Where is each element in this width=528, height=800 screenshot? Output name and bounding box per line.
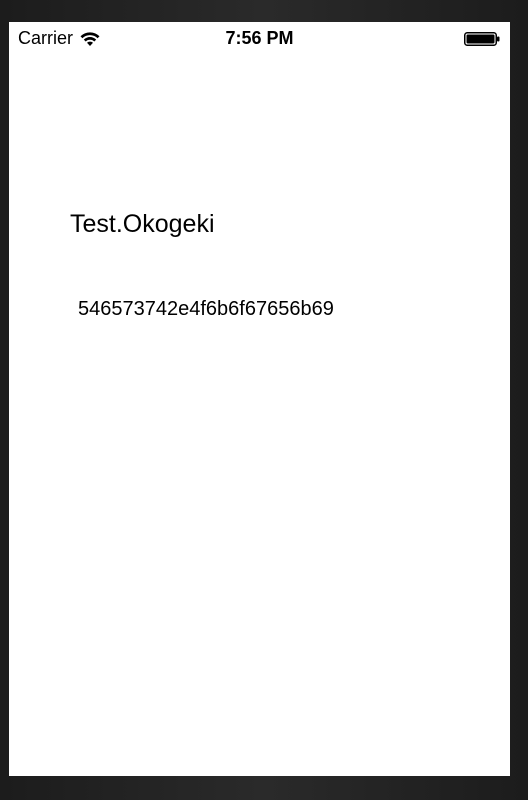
page-title: Test.Okogeki bbox=[70, 210, 215, 238]
status-bar: Carrier 7:56 PM bbox=[9, 22, 510, 56]
status-time: 7:56 PM bbox=[225, 28, 294, 48]
battery-icon bbox=[464, 32, 500, 46]
app-screen: Carrier 7:56 PM Test.Okogeki 546573742e4… bbox=[9, 22, 510, 776]
hex-value-label: 546573742e4f6b6f67656b69 bbox=[78, 298, 334, 320]
device-frame: Carrier 7:56 PM Test.Okogeki 546573742e4… bbox=[0, 0, 528, 800]
